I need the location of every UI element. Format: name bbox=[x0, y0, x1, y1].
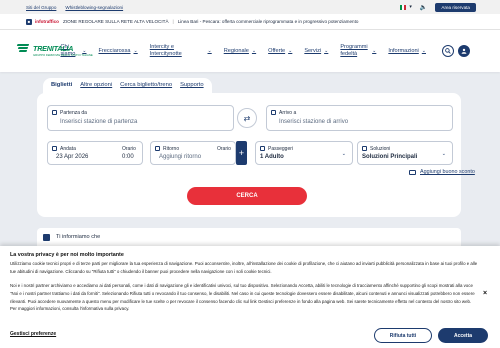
partenza-label: Partenza da bbox=[60, 110, 87, 116]
andata-date[interactable]: 23 Apr 2026 bbox=[56, 154, 88, 160]
soluzioni-field[interactable]: Soluzioni Soluzioni Principali ⌄ bbox=[357, 141, 453, 165]
link-whistleblowing[interactable]: Whistleblowing-segnalazioni bbox=[65, 5, 123, 10]
partenza-field[interactable]: Partenza da Inserisci stazione di parten… bbox=[47, 105, 234, 131]
logo-mark-icon bbox=[16, 44, 31, 54]
ritorno-time-label: Orario bbox=[217, 146, 231, 152]
ritorno-field[interactable]: Ritorno Aggiungi ritorno Orario bbox=[150, 141, 236, 165]
cookie-paragraph: Noi e i nostri partner archiviamo e acce… bbox=[10, 283, 475, 312]
nav-item-label: Intercity e Intercitynotte bbox=[149, 44, 182, 57]
aggiungi-buono-link[interactable]: Aggiungi buono sconto bbox=[409, 169, 475, 175]
ticket-icon bbox=[409, 169, 416, 175]
tab-supporto[interactable]: Supporto bbox=[176, 78, 208, 94]
infotraffico-message[interactable]: Linea Bari - Pescara: offerta commercial… bbox=[178, 19, 359, 24]
search-button-label: CERCA bbox=[236, 193, 258, 199]
nav-item-frecciarossa[interactable]: Frecciarossa ⌄ bbox=[98, 48, 137, 55]
search-button[interactable]: CERCA bbox=[187, 187, 307, 205]
ritorno-label: Ritorno bbox=[163, 146, 180, 152]
chevron-down-icon: ⌄ bbox=[441, 151, 446, 157]
train-icon: ■ bbox=[26, 18, 32, 25]
aggiungi-buono-label: Aggiungi buono sconto bbox=[420, 169, 475, 175]
trenitalia-logo[interactable]: TRENITALIA GRUPPO FERROVIE DELLO STATO I… bbox=[16, 40, 93, 62]
booking-tabs: Biglietti Altre opzioni Cerca biglietto/… bbox=[43, 78, 212, 94]
calendar-icon bbox=[52, 146, 57, 151]
train-station-icon bbox=[52, 110, 57, 115]
accept-button[interactable]: Accetta bbox=[438, 328, 488, 343]
chevron-down-icon: ⌄ bbox=[341, 151, 346, 157]
close-icon[interactable]: × bbox=[483, 290, 487, 297]
area-riservata-button[interactable]: Area riservata bbox=[435, 2, 476, 12]
reject-all-label: Rifiuta tutti bbox=[389, 332, 417, 339]
tab-biglietti[interactable]: Biglietti bbox=[47, 78, 77, 94]
nav-item-label: Informazioni bbox=[388, 47, 419, 54]
nav-item-servizi[interactable]: Servizi ⌄ bbox=[304, 48, 328, 55]
user-icon[interactable] bbox=[458, 45, 470, 57]
ritorno-input[interactable]: Aggiungi ritorno bbox=[159, 154, 201, 160]
train-station-icon bbox=[271, 110, 276, 115]
nav-item-regionale[interactable]: Regionale ⌄ bbox=[224, 48, 256, 55]
chevron-down-icon: ⌄ bbox=[372, 47, 377, 54]
divider: | bbox=[172, 19, 174, 24]
passengers-icon bbox=[260, 146, 265, 151]
passeggeri-field[interactable]: Passeggeri 1 Adulto ⌄ bbox=[255, 141, 353, 165]
nav-item-offerte[interactable]: Offerte ⌄ bbox=[268, 48, 292, 55]
nav-item-label: Regionale bbox=[223, 47, 249, 54]
nav-item-label: Frecciarossa bbox=[98, 47, 131, 54]
infotraffico-message[interactable]: ZIONE REGOLARE SULLA RETE ALTA VELOCITÀ bbox=[63, 19, 169, 24]
soluzioni-value[interactable]: Soluzioni Principali bbox=[362, 154, 417, 160]
swap-stations-icon[interactable]: ⇄ bbox=[237, 108, 257, 128]
arrivo-label: Arrivo a bbox=[279, 110, 297, 116]
area-riservata-label: Area riservata bbox=[441, 4, 470, 10]
solutions-icon bbox=[362, 146, 367, 151]
speaker-icon[interactable]: 🔈 bbox=[420, 4, 427, 11]
partenza-input[interactable]: Inserisci stazione di partenza bbox=[60, 119, 137, 125]
chevron-down-icon: ⌄ bbox=[324, 47, 329, 54]
cookie-paragraph: Utilizziamo cookie tecnici propri e di t… bbox=[10, 261, 478, 274]
andata-field[interactable]: Andata 23 Apr 2026 Orario 0:00 bbox=[47, 141, 143, 165]
info-notice: Ti informiamo che bbox=[37, 228, 461, 246]
chevron-down-icon: ⌄ bbox=[251, 47, 257, 54]
nav-item-intercity[interactable]: Intercity e Intercitynotte ⌄ bbox=[150, 44, 212, 57]
reject-all-button[interactable]: Rifiuta tutti bbox=[374, 328, 432, 343]
infotraffico-label[interactable]: infotraffico bbox=[35, 19, 59, 24]
add-return-button[interactable]: + bbox=[236, 141, 247, 165]
nav-item-informazioni[interactable]: Informazioni ⌄ bbox=[388, 48, 426, 55]
main-nav: TRENITALIA GRUPPO FERROVIE DELLO STATO I… bbox=[0, 30, 500, 72]
tab-altre-opzioni[interactable]: Altre opzioni bbox=[76, 78, 116, 94]
utility-bar: Siti del Gruppo Whistleblowing-segnalazi… bbox=[0, 0, 500, 14]
chevron-down-icon: ⌄ bbox=[207, 47, 212, 54]
link-siti-gruppo[interactable]: Siti del Gruppo bbox=[26, 5, 56, 10]
cookie-title: La vostra privacy è per noi molto import… bbox=[10, 252, 124, 258]
arrivo-input[interactable]: Inserisci stazione di arrivo bbox=[279, 119, 348, 125]
italian-flag-icon[interactable] bbox=[400, 4, 407, 10]
chevron-down-icon[interactable]: ▾ bbox=[409, 4, 412, 10]
andata-time[interactable]: 0:00 bbox=[122, 154, 134, 160]
calendar-icon bbox=[155, 146, 160, 151]
nav-item-label: Programmi fedeltà bbox=[340, 44, 368, 57]
passeggeri-label: Passeggeri bbox=[268, 146, 294, 152]
nav-item-label: Offerte bbox=[268, 47, 286, 54]
chevron-down-icon: ⌄ bbox=[288, 47, 293, 54]
gestisci-preferenze-link[interactable]: Gestisci preferenze bbox=[10, 331, 56, 337]
info-icon bbox=[43, 233, 50, 241]
search-icon[interactable] bbox=[442, 45, 454, 57]
chevron-down-icon: ⌄ bbox=[133, 47, 138, 54]
info-notice-text: Ti informiamo che bbox=[56, 234, 101, 240]
andata-time-label: Orario bbox=[122, 146, 136, 152]
andata-label: Andata bbox=[60, 146, 76, 152]
accept-label: Accetta bbox=[453, 332, 473, 339]
soluzioni-label: Soluzioni bbox=[370, 146, 391, 152]
nav-item-programmi-fedelta[interactable]: Programmi fedeltà ⌄ bbox=[340, 44, 376, 57]
cookie-banner: La vostra privacy è per noi molto import… bbox=[0, 246, 500, 348]
logo-subtitle: GRUPPO FERROVIE DELLO STATO ITALIANE bbox=[33, 53, 93, 57]
logo-name: TRENITALIA bbox=[33, 44, 74, 53]
chevron-down-icon: ⌄ bbox=[421, 47, 426, 54]
passeggeri-value[interactable]: 1 Adulto bbox=[260, 154, 284, 160]
tab-cerca-biglietto[interactable]: Cerca biglietto/treno bbox=[116, 78, 176, 94]
infotraffico-bar: ■ infotraffico ZIONE REGOLARE SULLA RETE… bbox=[0, 14, 500, 30]
arrivo-field[interactable]: Arrivo a Inserisci stazione di arrivo bbox=[266, 105, 453, 131]
nav-item-label: Servizi bbox=[304, 47, 322, 54]
